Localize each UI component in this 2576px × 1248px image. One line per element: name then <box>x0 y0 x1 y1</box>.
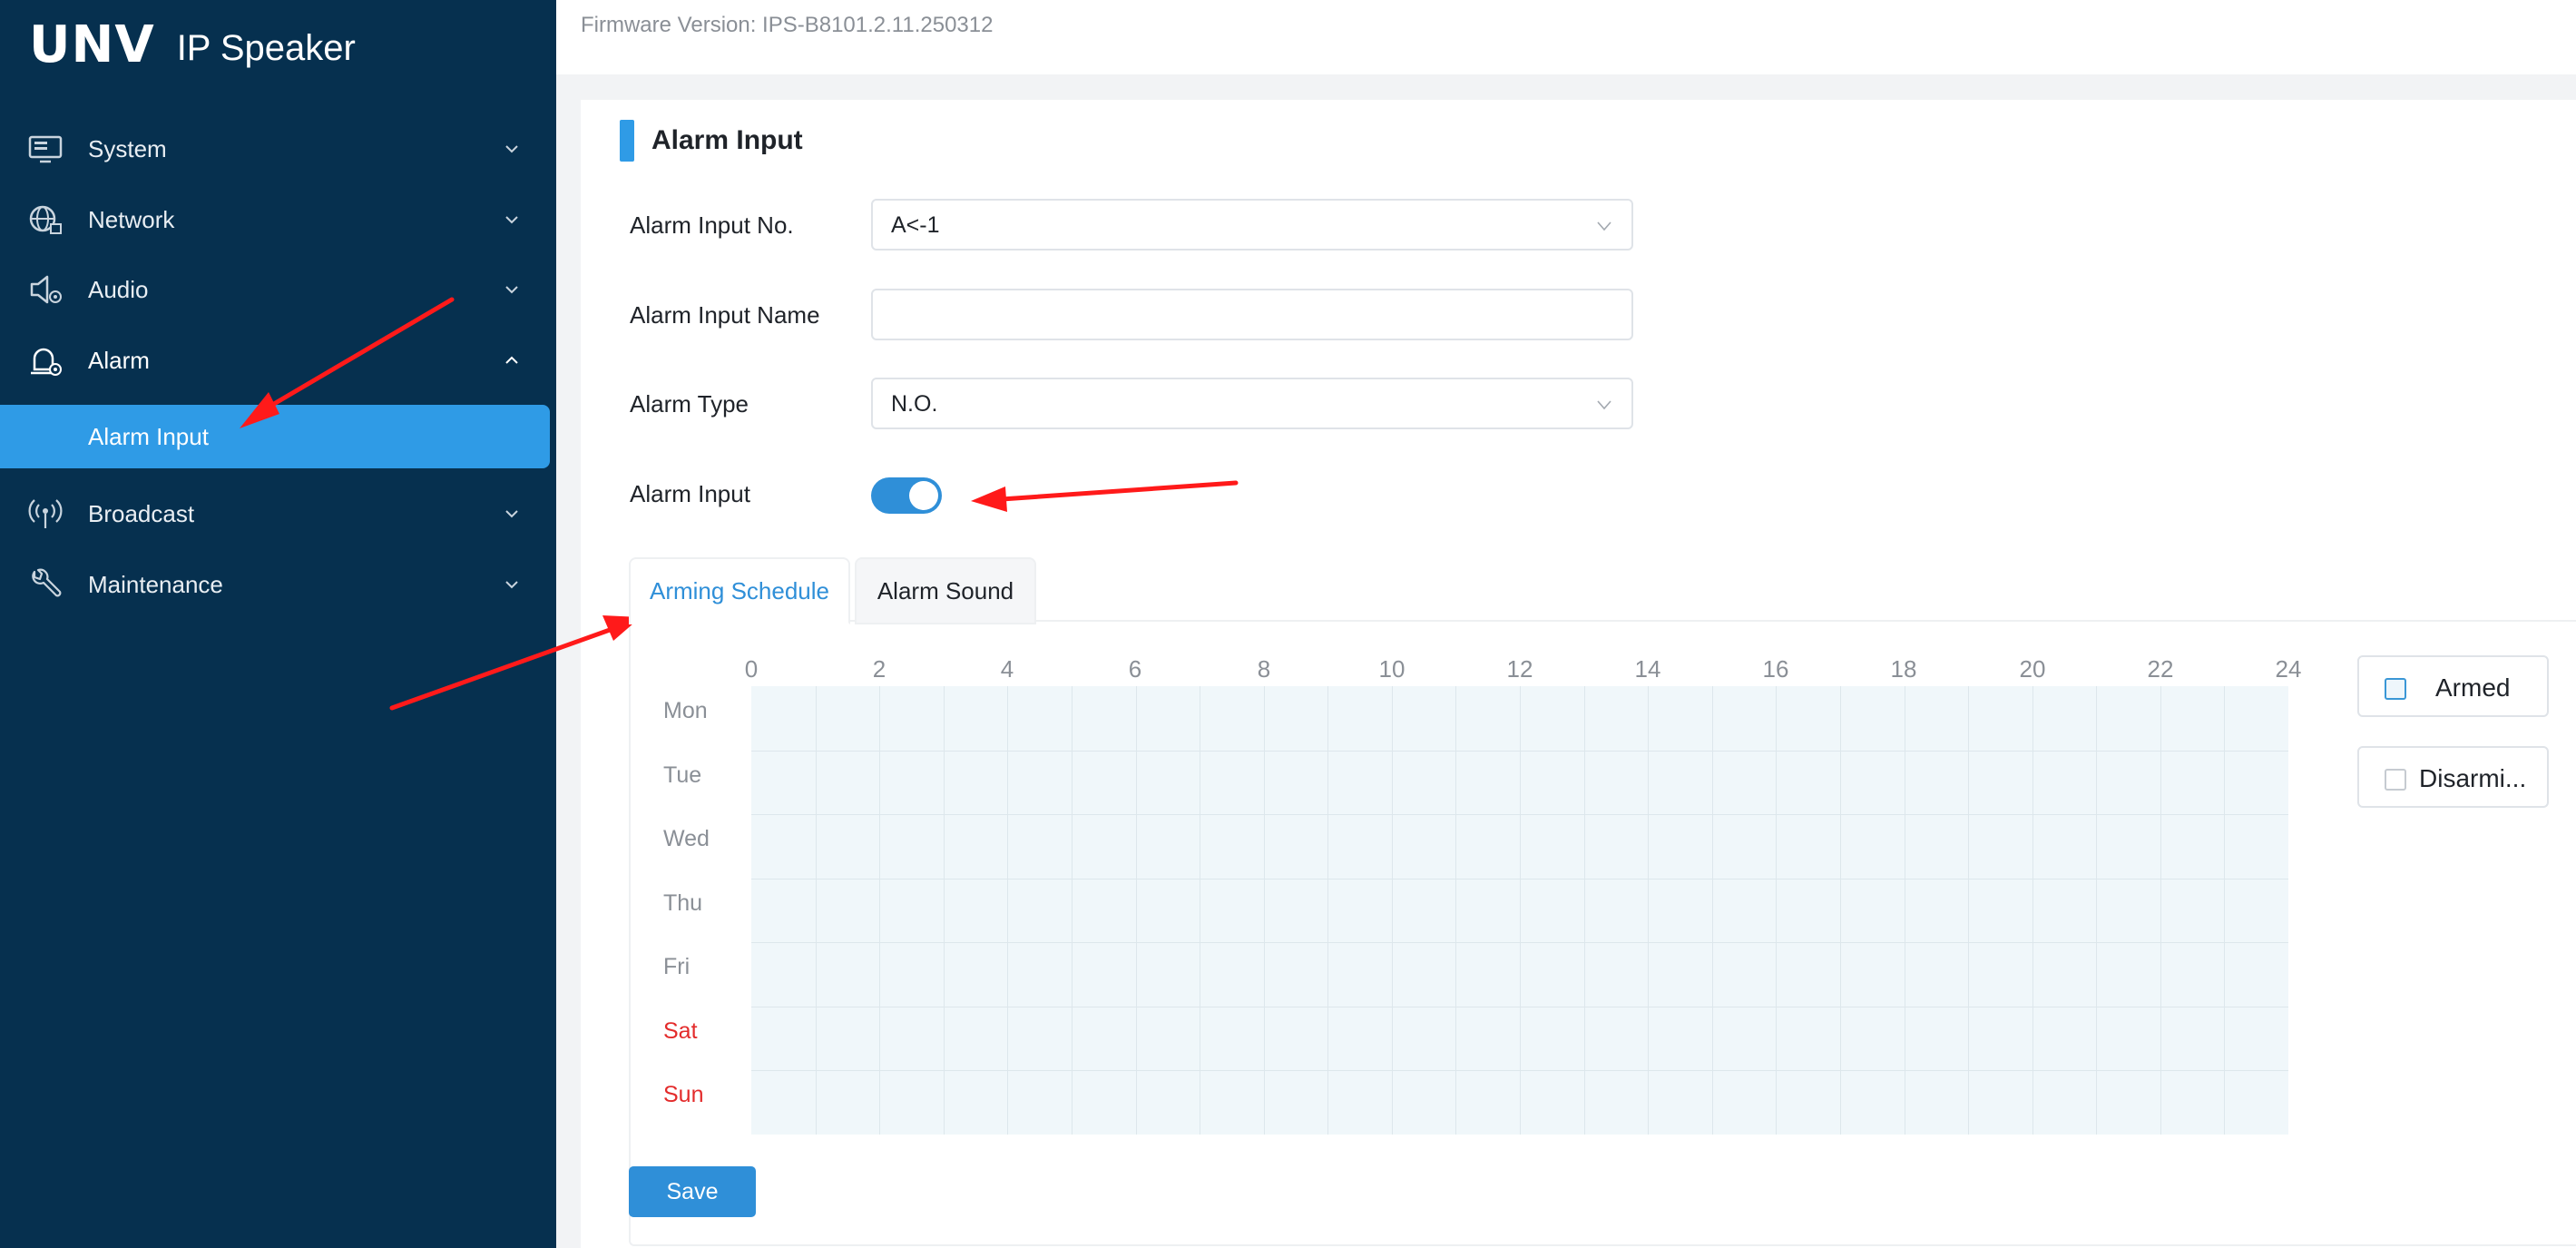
firmware-version: Firmware Version: IPS-B8101.2.11.250312 <box>581 13 994 37</box>
grid-hour-divider <box>1840 686 1841 1135</box>
hour-label: 24 <box>2275 655 2302 683</box>
grid-hour-divider <box>1327 686 1328 1135</box>
sidebar-item-alarm[interactable]: Alarm <box>0 329 556 392</box>
armed-swatch <box>2385 678 2406 700</box>
chevron-down-icon <box>505 216 518 224</box>
sidebar-item-network[interactable]: Network <box>0 188 556 251</box>
schedule-grid[interactable] <box>751 686 2288 1135</box>
sidebar-item-audio[interactable]: Audio <box>0 258 556 321</box>
sidebar-item-label: Audio <box>88 275 149 303</box>
hour-label: 14 <box>1634 655 1661 683</box>
grid-hour-divider <box>816 686 817 1135</box>
grid-day-divider <box>751 751 2288 752</box>
disarmed-button[interactable]: Disarmi... <box>2357 746 2549 808</box>
armed-label: Armed <box>2435 673 2511 702</box>
sidebar-item-system[interactable]: System <box>0 117 556 181</box>
hour-label: 4 <box>1000 655 1014 683</box>
grid-hour-divider <box>1712 686 1713 1135</box>
hour-label: 12 <box>1506 655 1533 683</box>
sidebar-item-label: Alarm <box>88 346 150 374</box>
hour-label: 22 <box>2147 655 2174 683</box>
grid-hour-divider <box>1776 686 1777 1135</box>
grid-hour-divider <box>1264 686 1265 1135</box>
hour-label: 6 <box>1128 655 1142 683</box>
top-bar: Firmware Version: IPS-B8101.2.11.250312 <box>556 0 2576 74</box>
hour-label: 0 <box>744 655 759 683</box>
grid-hour-divider <box>1584 686 1585 1135</box>
sidebar-item-label: Broadcast <box>88 499 195 527</box>
day-label: Tue <box>663 762 702 788</box>
broadcast-icon <box>28 499 63 528</box>
grid-hour-divider <box>2096 686 2097 1135</box>
grid-hour-divider <box>2224 686 2225 1135</box>
sidebar-item-maintenance[interactable]: Maintenance <box>0 553 556 616</box>
tab-arming-schedule[interactable]: Arming Schedule <box>629 557 850 624</box>
monitor-icon <box>28 135 63 163</box>
hour-label: 20 <box>2019 655 2046 683</box>
chevron-down-icon <box>505 286 518 294</box>
grid-hour-divider <box>1648 686 1649 1135</box>
grid-hour-divider <box>879 686 880 1135</box>
day-label: Mon <box>663 698 708 723</box>
brand-title: IP Speaker <box>176 28 356 68</box>
wrench-icon <box>32 568 62 597</box>
grid-hour-divider <box>2160 686 2161 1135</box>
grid-day-divider <box>751 942 2288 943</box>
day-label: Fri <box>663 954 691 979</box>
grid-hour-divider <box>1968 686 1969 1135</box>
alarm-icon <box>31 348 62 376</box>
grid-day-divider <box>751 1070 2288 1071</box>
sidebar-item-broadcast[interactable]: Broadcast <box>0 482 556 545</box>
grid-hour-divider <box>2032 686 2033 1135</box>
globe-icon <box>29 205 62 234</box>
grid-hour-divider <box>1136 686 1137 1135</box>
sidebar-subitem-label: Alarm Input <box>88 423 209 450</box>
day-label-weekend: Sun <box>663 1082 704 1107</box>
sidebar-item-label: System <box>88 134 167 162</box>
grid-hour-divider <box>1392 686 1393 1135</box>
chevron-down-icon <box>505 510 518 518</box>
brand-logo: UNV <box>29 15 155 74</box>
armed-button[interactable]: Armed <box>2357 655 2549 717</box>
grid-hour-divider <box>944 686 945 1135</box>
save-button[interactable]: Save <box>629 1166 756 1217</box>
sidebar: UNV IP Speaker System Network Audio Alar… <box>0 0 556 1248</box>
day-label: Wed <box>663 826 710 851</box>
grid-hour-divider <box>1072 686 1073 1135</box>
day-label: Thu <box>663 890 703 916</box>
hour-label: 8 <box>1257 655 1271 683</box>
hour-label: 10 <box>1378 655 1406 683</box>
disarmed-label: Disarmi... <box>2419 764 2527 792</box>
speaker-icon <box>30 275 62 304</box>
grid-hour-divider <box>1455 686 1456 1135</box>
grid-hour-divider <box>1007 686 1008 1135</box>
sidebar-item-label: Maintenance <box>88 570 223 598</box>
grid-hour-divider <box>1520 686 1521 1135</box>
chevron-up-icon <box>505 356 518 364</box>
tab-alarm-sound[interactable]: Alarm Sound <box>855 557 1036 624</box>
hour-label: 2 <box>872 655 886 683</box>
chevron-down-icon <box>505 145 518 153</box>
brand: UNV IP Speaker <box>29 18 356 73</box>
disarmed-swatch <box>2385 769 2406 791</box>
hour-label: 18 <box>1890 655 1917 683</box>
hour-label: 16 <box>1762 655 1789 683</box>
sidebar-subitem-alarm-input[interactable]: Alarm Input <box>0 405 550 468</box>
grid-day-divider <box>751 814 2288 815</box>
chevron-down-icon <box>505 581 518 589</box>
day-label-weekend: Sat <box>663 1018 698 1044</box>
sidebar-item-label: Network <box>88 205 175 233</box>
